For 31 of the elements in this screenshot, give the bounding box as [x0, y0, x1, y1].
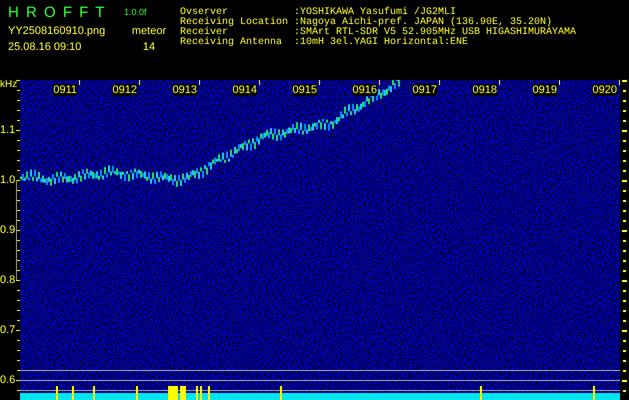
info-value: :Nagoya Aichi-pref. JAPAN (136.90E, 35.20N) — [294, 18, 552, 28]
timestamp-label: 25.08.16 09:10 — [8, 41, 82, 53]
time-label: 0914 — [232, 84, 257, 96]
count-label: 14 — [142, 41, 156, 53]
frequency-label: 0.9 — [0, 224, 16, 236]
time-label: 0919 — [532, 84, 557, 96]
info-label: Receiving Antenna — [180, 38, 284, 48]
time-label: 0913 — [172, 84, 197, 96]
time-label: 0920 — [592, 84, 617, 96]
info-label: Ovserver — [180, 8, 228, 18]
info-label: Receiving Location — [180, 18, 290, 28]
time-label: 0918 — [472, 84, 497, 96]
mode-label: meteor — [130, 25, 168, 37]
time-label: 0917 — [412, 84, 437, 96]
time-label: 0916 — [352, 84, 377, 96]
version-label: 1.0.0f — [124, 6, 148, 17]
time-label: 0912 — [112, 84, 137, 96]
info-label: Receiver — [180, 28, 228, 38]
filename-label: YY2508160910.png — [8, 25, 106, 37]
info-value: :10mH 3el.YAGI Horizontal:ENE — [294, 38, 468, 48]
frequency-label: 0.7 — [0, 324, 16, 336]
info-value: :SMArt RTL-SDR V5 52.905MHz USB HIGASHIMURAYAMA — [294, 28, 576, 38]
frequency-label: 0.8 — [0, 274, 16, 286]
unit-label: kHz — [0, 80, 18, 90]
info-value: :YOSHIKAWA Yasufumi /JG2MLI — [294, 8, 456, 18]
time-label: 0915 — [292, 84, 317, 96]
app-title: H R O F F T — [8, 4, 105, 21]
frequency-label: 1.0 — [0, 174, 16, 186]
frequency-label: 0.6 — [0, 374, 16, 386]
time-label: 0911 — [53, 84, 77, 96]
frequency-label: 1.1 — [0, 124, 16, 136]
